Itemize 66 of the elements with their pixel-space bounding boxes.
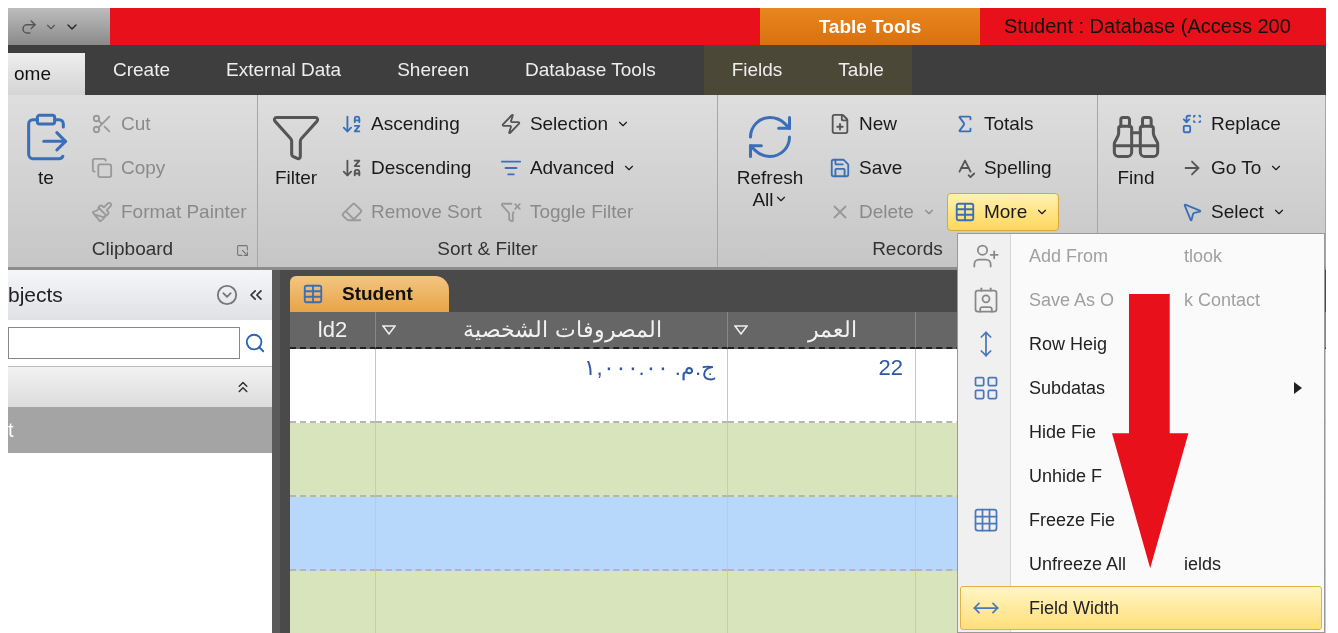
column-header[interactable]: ld2 bbox=[290, 312, 376, 349]
grid-icon bbox=[972, 506, 1000, 534]
ribbon-button[interactable]: Select bbox=[1174, 193, 1293, 231]
group-label: Sort & Filter bbox=[437, 238, 538, 260]
subdatasheet-icon bbox=[972, 374, 1000, 402]
contextual-tab-group: Table Tools bbox=[760, 8, 980, 45]
sort-descending-icon bbox=[341, 157, 363, 179]
table-cell: ج.م. ١,٠٠٠.٠٠ bbox=[376, 349, 728, 423]
table-cell: 22 bbox=[728, 349, 916, 423]
new-record-icon bbox=[829, 113, 851, 135]
contact-card-icon bbox=[972, 286, 1000, 314]
copy-icon bbox=[91, 157, 113, 179]
group-label: Clipboard bbox=[91, 238, 174, 260]
funnel-icon bbox=[499, 201, 522, 223]
ribbon-button[interactable]: Selection bbox=[492, 105, 644, 143]
dialog-launcher-icon[interactable] bbox=[236, 244, 249, 257]
eraser-icon bbox=[341, 201, 363, 223]
ribbon-button[interactable]: te bbox=[12, 105, 80, 195]
paintbrush-icon bbox=[91, 201, 113, 223]
table-icon bbox=[302, 283, 324, 305]
ribbon-button[interactable]: More bbox=[946, 193, 1059, 231]
redo-icon[interactable] bbox=[20, 17, 38, 36]
ribbon-button[interactable]: Totals bbox=[946, 105, 1059, 143]
sort-ascending-icon bbox=[341, 113, 363, 135]
window-title: Student : Database (Access 200 bbox=[980, 8, 1326, 45]
menu-item[interactable]: Field Width bbox=[960, 586, 1322, 630]
table-icon bbox=[953, 201, 976, 223]
menu-item[interactable]: Subdatas bbox=[960, 366, 1322, 410]
ribbon-tab[interactable]: ome bbox=[8, 53, 85, 95]
ribbon-button[interactable]: New bbox=[822, 105, 943, 143]
ribbon-button[interactable]: Go To bbox=[1174, 149, 1293, 187]
ribbon-button[interactable]: Replace bbox=[1174, 105, 1293, 143]
dropdown-icon[interactable] bbox=[216, 284, 238, 306]
column-header[interactable]: المصروفات الشخصية bbox=[376, 312, 728, 349]
ribbon-button[interactable]: Save bbox=[822, 149, 943, 187]
ribbon-button[interactable]: Filter bbox=[262, 105, 330, 195]
scissors-icon bbox=[91, 113, 113, 135]
ribbon-button[interactable]: Find bbox=[1102, 105, 1170, 195]
ribbon-button[interactable]: Ascending bbox=[334, 105, 489, 143]
replace-icon bbox=[1181, 113, 1203, 135]
ribbon-tab[interactable]: Database Tools bbox=[497, 45, 684, 95]
ribbon-tab[interactable]: Fields bbox=[703, 45, 811, 95]
submenu-arrow-icon bbox=[1293, 381, 1303, 395]
search-field[interactable] bbox=[8, 327, 240, 359]
ribbon-tab[interactable]: Shereen bbox=[369, 45, 497, 95]
contact-add-icon bbox=[972, 242, 1000, 270]
ribbon-button[interactable]: Spelling bbox=[946, 149, 1059, 187]
ribbon-button[interactable]: Refresh All bbox=[722, 105, 818, 217]
pane-title: bjects bbox=[8, 283, 64, 307]
save-icon bbox=[829, 157, 851, 179]
search-icon[interactable] bbox=[244, 332, 266, 354]
lightning-filter-icon bbox=[499, 113, 522, 135]
ribbon-tab[interactable]: Table bbox=[810, 45, 912, 95]
pointer-icon bbox=[1181, 201, 1203, 223]
menu-item[interactable]: Unfreeze All ields bbox=[960, 542, 1322, 586]
menu-item[interactable]: Freeze Fie bbox=[960, 498, 1322, 542]
menu-item[interactable]: Row Heig bbox=[960, 322, 1322, 366]
menu-item[interactable]: Hide Fie bbox=[960, 410, 1322, 454]
document-tab[interactable]: Student bbox=[290, 276, 449, 312]
ribbon-tab[interactable]: Create bbox=[85, 45, 199, 95]
column-header[interactable]: العمر bbox=[728, 312, 916, 349]
menu-item[interactable]: Unhide F bbox=[960, 454, 1322, 498]
ribbon-button[interactable]: Advanced bbox=[492, 149, 644, 187]
ribbon-button[interactable]: Descending bbox=[334, 149, 489, 187]
ribbon-tab[interactable]: External Data bbox=[198, 45, 370, 95]
group-label: Records bbox=[872, 238, 943, 260]
